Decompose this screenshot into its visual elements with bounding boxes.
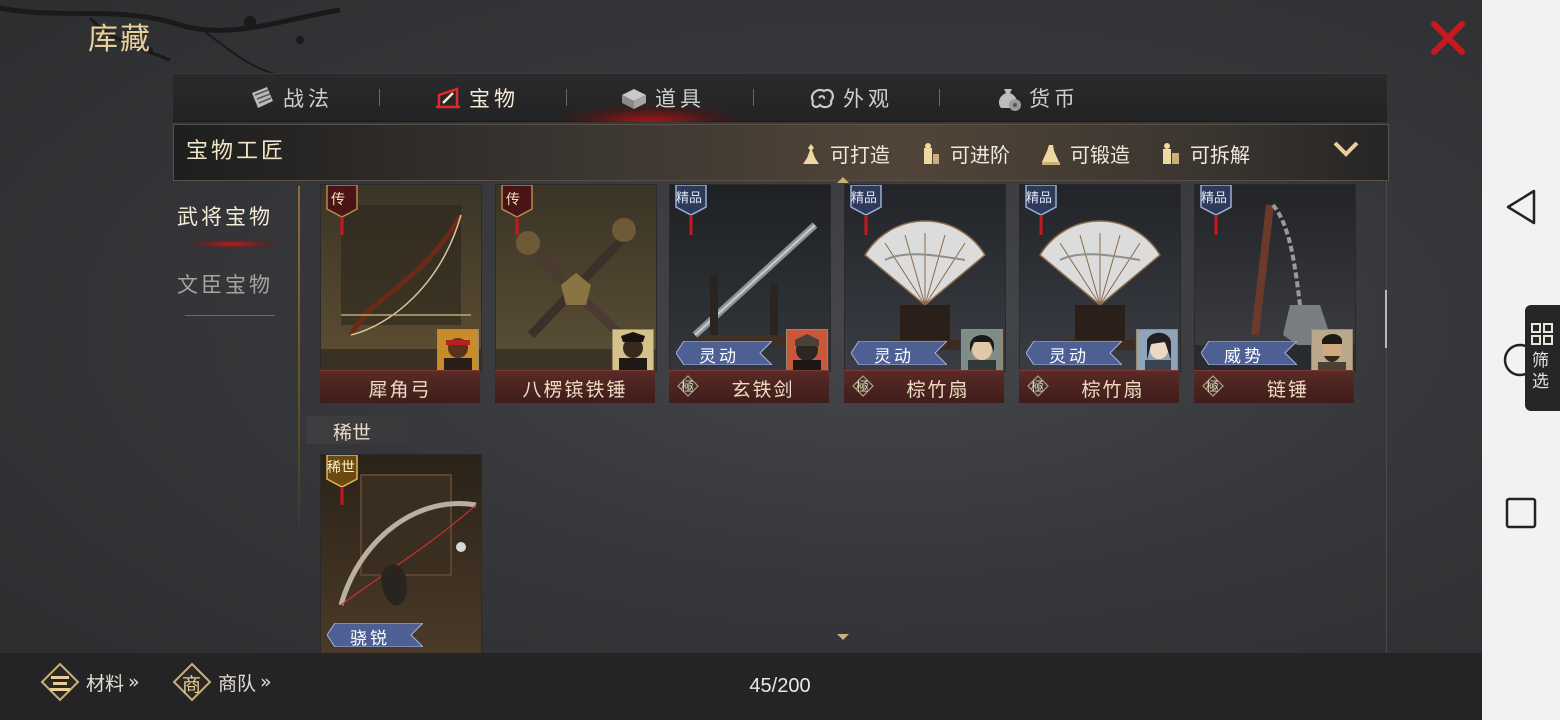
- treasure-name: 棕竹扇: [906, 379, 970, 401]
- box-icon: [622, 88, 646, 109]
- rarity-badge-text: 精品: [1026, 191, 1053, 206]
- recents-icon[interactable]: [1504, 496, 1538, 530]
- skill-badge: 骁锐: [327, 623, 423, 649]
- treasure-card[interactable]: 精品 灵动 極 棕竹扇: [844, 184, 1006, 403]
- cloud-swirl-icon: [810, 88, 834, 108]
- hero-portrait: [1136, 329, 1178, 371]
- filter-upgradable[interactable]: 可进阶: [920, 139, 1010, 168]
- scroll-down-indicator-icon: [837, 634, 849, 640]
- treasure-art: 精品 灵动: [844, 184, 1006, 372]
- treasure-name: 八楞镔铁锤: [522, 379, 628, 401]
- grade-badge-text: 極: [681, 380, 695, 395]
- nav-divider: [185, 315, 275, 316]
- treasure-card[interactable]: 精品 灵动 極 棕竹扇: [1019, 184, 1181, 403]
- tab-appearance[interactable]: 外观: [807, 74, 893, 121]
- category-tab-bar: 战法 宝物 道具 外观 货币: [173, 73, 1387, 122]
- treasure-name: 玄铁剑: [731, 379, 795, 401]
- tab-items[interactable]: 道具: [619, 74, 705, 121]
- chevron-right-icon: »: [128, 671, 140, 693]
- filter-bar: 宝物工匠 可打造 可进阶 可锻造 可拆解: [173, 124, 1389, 181]
- caravan-icon: 商: [172, 662, 212, 702]
- hero-portrait: [961, 329, 1003, 371]
- back-icon[interactable]: [1504, 188, 1538, 226]
- rarity-badge-text: 精品: [676, 191, 703, 206]
- hero-portrait: [1311, 329, 1353, 371]
- tab-treasures[interactable]: 宝物: [433, 74, 519, 121]
- filter-forgeable[interactable]: 可锻造: [1040, 139, 1130, 168]
- treasure-art: 精品 灵动: [669, 184, 831, 372]
- tab-divider: [753, 89, 754, 106]
- hero-portrait: [437, 329, 479, 371]
- content-right-border: [1386, 180, 1387, 655]
- treasure-nameplate: 極 玄铁剑: [669, 370, 829, 403]
- active-nav-indicator: [183, 239, 283, 249]
- rarity-badge-text: 传: [331, 192, 345, 208]
- treasure-nameplate: 八楞镔铁锤: [495, 370, 655, 403]
- nav-general-treasures[interactable]: 武将宝物: [173, 183, 291, 249]
- materials-button[interactable]: 材料 »: [40, 662, 140, 702]
- rarity-badge-text: 传: [506, 192, 520, 208]
- tab-divider: [939, 89, 940, 106]
- treasure-art: 稀世 骁锐: [320, 454, 482, 654]
- page-title: 库藏: [88, 22, 152, 57]
- caravan-button[interactable]: 商 商队 »: [172, 662, 272, 702]
- scrollbar-thumb[interactable]: [1385, 290, 1387, 348]
- skill-badge: 灵动: [1026, 341, 1122, 367]
- filter-dismantlable[interactable]: 可拆解: [1160, 139, 1250, 168]
- treasure-name: 犀角弓: [368, 379, 432, 401]
- craftsman-icon: [1163, 142, 1179, 164]
- grade-badge-text: 極: [1206, 380, 1220, 395]
- craftsman-icon: [1042, 144, 1060, 165]
- tab-skills[interactable]: 战法: [247, 74, 333, 121]
- treasure-card[interactable]: 精品 灵动 極 玄铁剑: [669, 184, 831, 403]
- hero-portrait: [612, 329, 654, 371]
- screen-filter-button[interactable]: 筛选: [1525, 305, 1560, 411]
- skill-badge: 灵动: [676, 341, 772, 367]
- treasure-card[interactable]: 传 犀角弓: [320, 184, 482, 403]
- hero-portrait: [786, 329, 828, 371]
- treasure-icon: [436, 86, 460, 108]
- money-bag-icon: [998, 88, 1021, 111]
- skill-badge: 灵动: [851, 341, 947, 367]
- treasure-card[interactable]: 传 八楞镔铁锤: [495, 184, 657, 403]
- treasure-nameplate: 極 链锤: [1194, 370, 1354, 403]
- treasure-art: 精品 威势: [1194, 184, 1356, 372]
- scroll-up-indicator-icon: [837, 177, 849, 183]
- scroll-icon: [252, 86, 273, 108]
- filter-craftable[interactable]: 可打造: [800, 139, 890, 168]
- craftsman-icon: [924, 142, 939, 164]
- treasure-name: 链锤: [1266, 379, 1309, 401]
- tab-divider: [379, 89, 380, 106]
- section-header-rare: 稀世: [306, 416, 426, 444]
- craftsman-icon: [803, 143, 819, 164]
- tab-currency[interactable]: 货币: [993, 74, 1079, 121]
- treasure-craftsman-title: 宝物工匠: [186, 139, 287, 164]
- treasure-nameplate: 極 棕竹扇: [1019, 370, 1179, 403]
- treasure-card[interactable]: 稀世 骁锐: [320, 454, 482, 654]
- chevron-right-icon: »: [260, 671, 272, 693]
- treasure-nameplate: 犀角弓: [320, 370, 480, 403]
- treasure-art: 传: [320, 184, 482, 372]
- nav-minister-treasures[interactable]: 文臣宝物: [173, 251, 291, 316]
- rarity-badge-text: 精品: [1201, 191, 1228, 206]
- skill-badge: 威势: [1201, 341, 1297, 367]
- inventory-count: 45/200: [749, 675, 811, 697]
- treasure-nameplate: 極 棕竹扇: [844, 370, 1004, 403]
- materials-icon: [40, 662, 80, 702]
- treasure-name: 棕竹扇: [1081, 379, 1145, 401]
- game-screen: 库藏 战法 宝物 道具 外观 货币 宝物工匠 可打造 可进阶 可锻造 可拆解 武…: [0, 0, 1482, 720]
- tab-divider: [566, 89, 567, 106]
- treasure-card[interactable]: 精品 威势 極 链锤: [1194, 184, 1356, 403]
- chevron-down-icon[interactable]: [1332, 137, 1360, 161]
- close-button[interactable]: [1428, 18, 1468, 58]
- rarity-badge-text: 精品: [851, 191, 878, 206]
- grade-badge-text: 極: [1031, 380, 1045, 395]
- treasure-art: 传: [495, 184, 657, 372]
- treasure-art: 精品 灵动: [1019, 184, 1181, 372]
- rarity-badge-text: 稀世: [327, 460, 355, 476]
- grid-icon: [1531, 323, 1553, 345]
- side-divider: [298, 186, 300, 542]
- grade-badge-text: 極: [856, 380, 870, 395]
